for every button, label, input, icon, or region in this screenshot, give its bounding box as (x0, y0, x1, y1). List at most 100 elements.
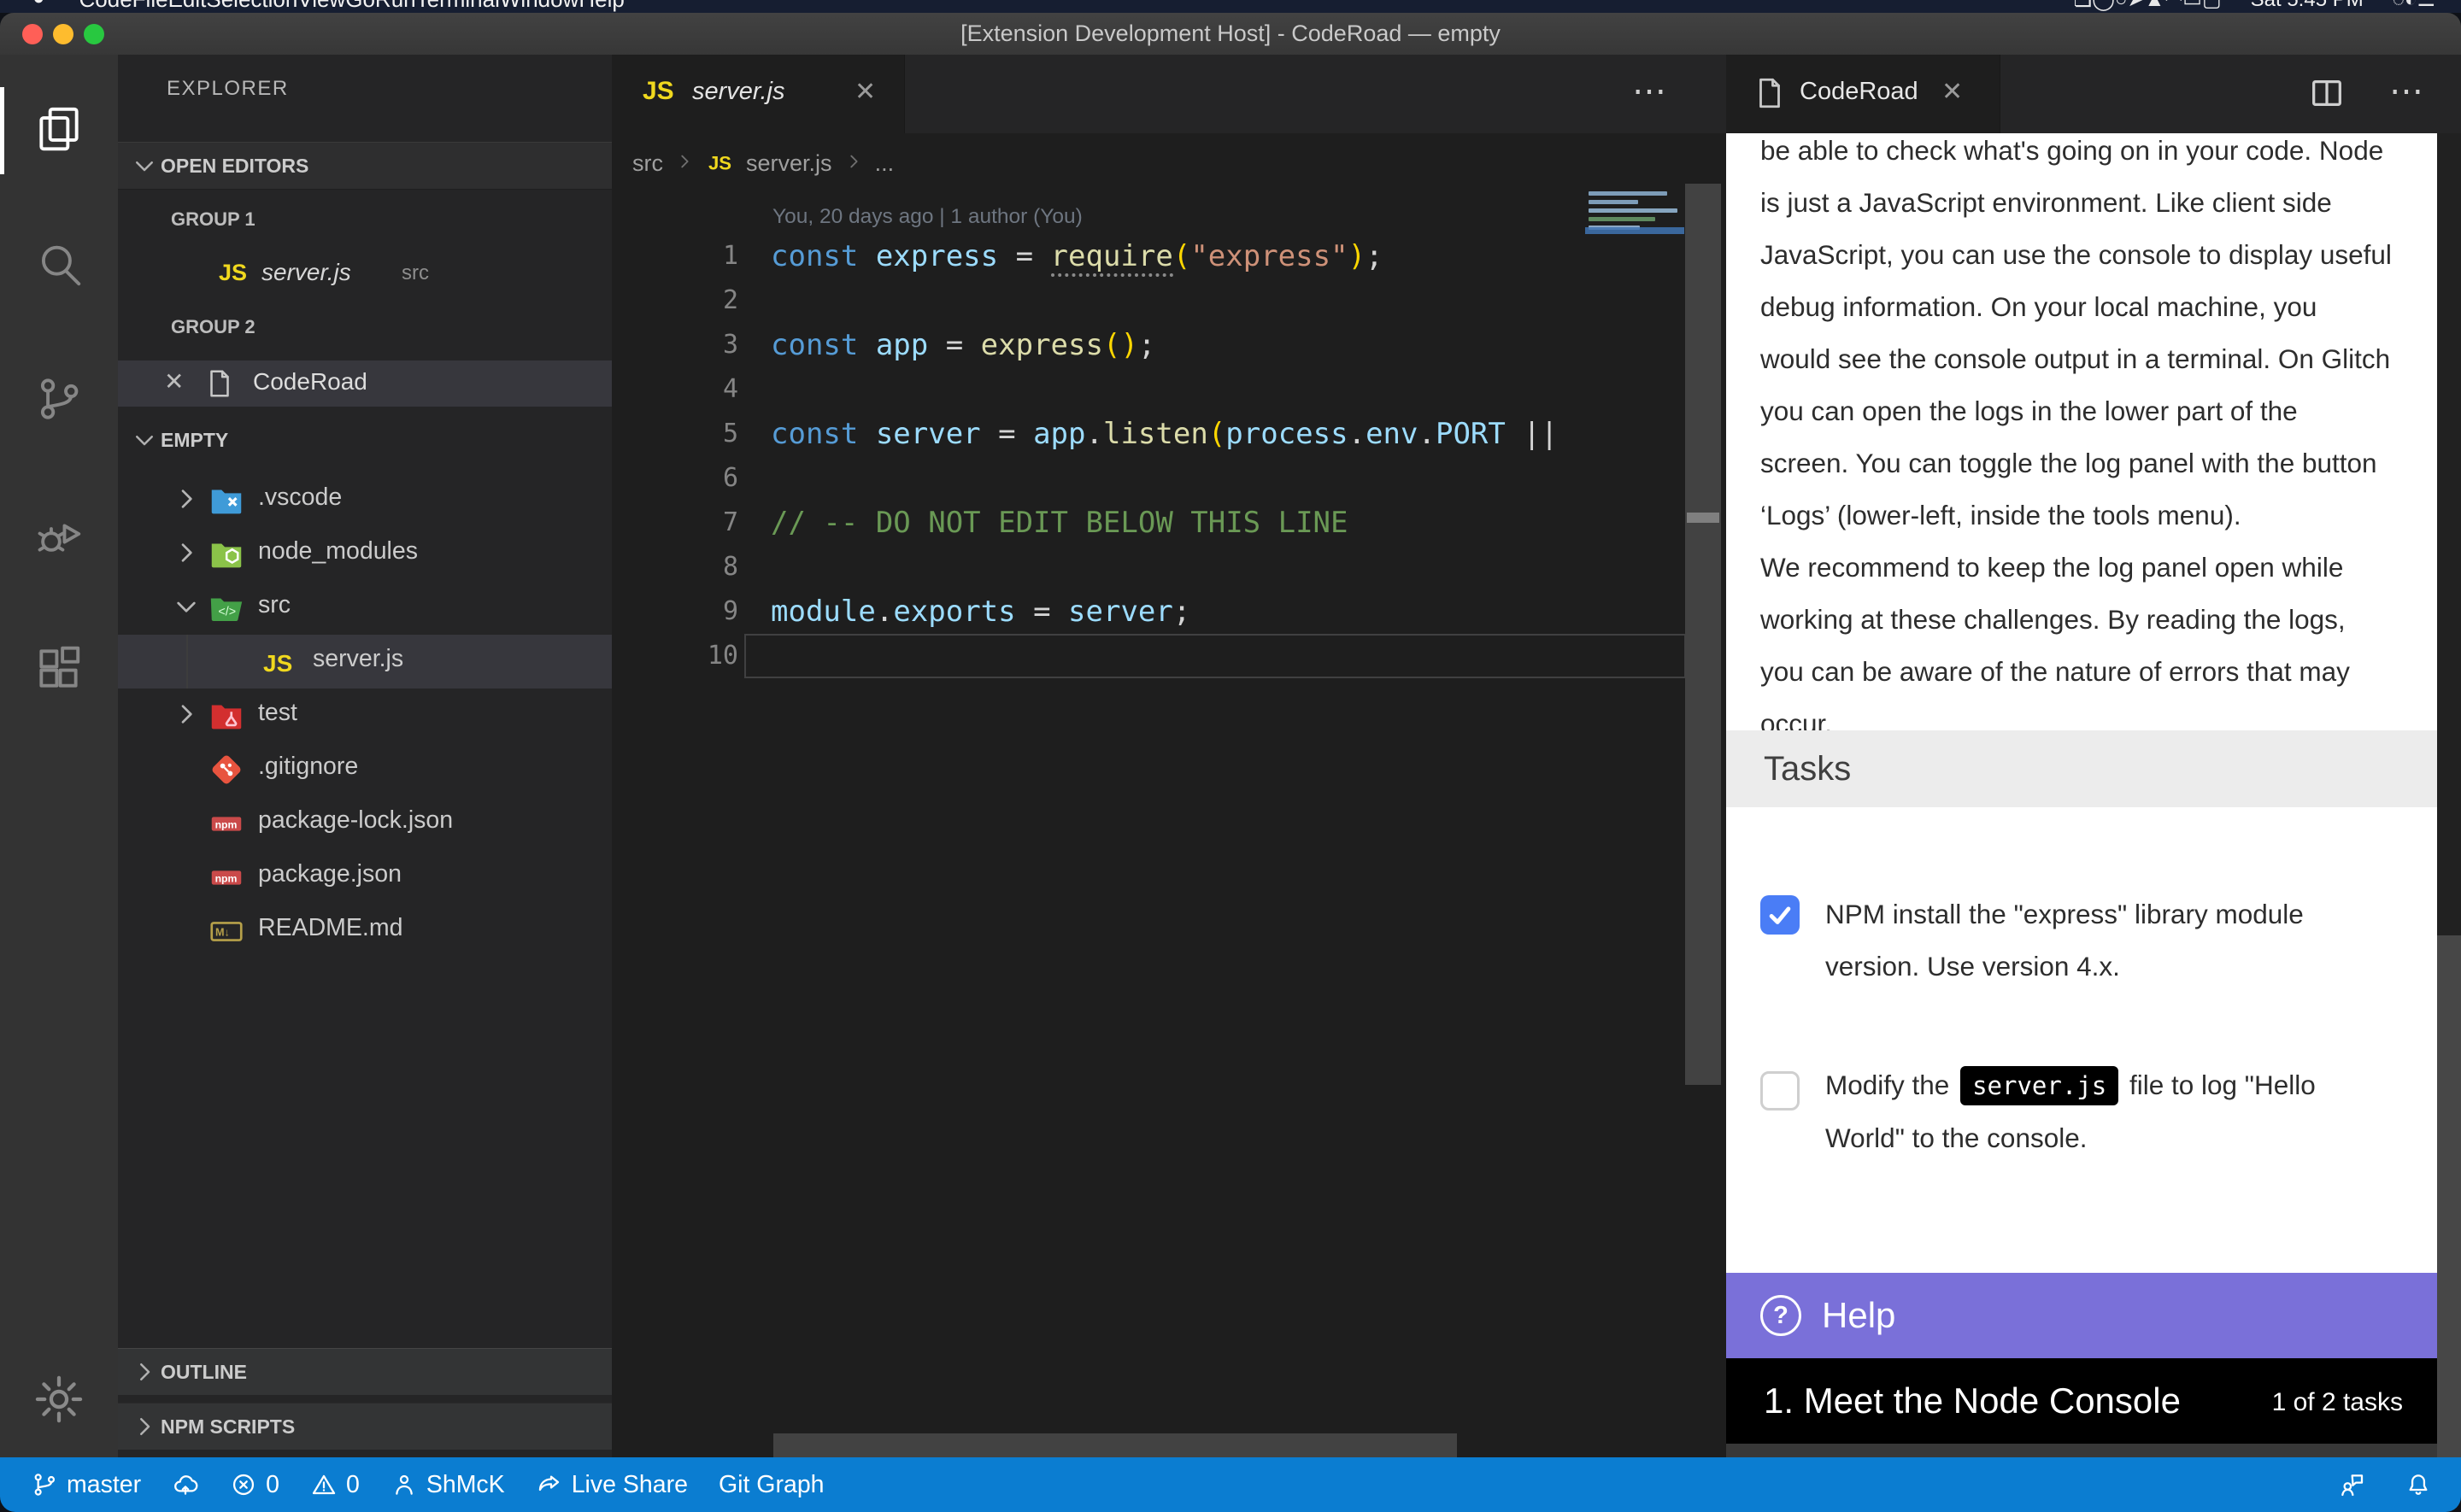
menu-item[interactable]: Window (500, 0, 579, 12)
code-line: 9 module.exports = server; (612, 589, 1585, 634)
minimap-current-line (1585, 227, 1684, 234)
help-circle-icon: ? (1760, 1295, 1801, 1336)
breadcrumb-item[interactable]: ... (875, 150, 895, 177)
menu-item[interactable]: Code (79, 0, 132, 12)
menu-item[interactable]: File (132, 0, 168, 12)
open-editors-header[interactable]: OPEN EDITORS (118, 142, 612, 190)
status-bar-item[interactable] (2338, 1471, 2365, 1498)
code-editor[interactable]: 1 const express = require("express"); 2 … (612, 234, 1585, 678)
task-checkbox[interactable] (1760, 1071, 1800, 1111)
menu-status-icon[interactable]: ◯ (2092, 0, 2115, 11)
status-bar-item[interactable]: Live Share (536, 1471, 688, 1499)
menu-status-icon[interactable]: ◐ (2405, 0, 2417, 11)
chevron-icon (173, 593, 203, 624)
breadcrumb-item[interactable]: src (632, 150, 663, 177)
activity-icon (32, 237, 85, 295)
menu-item[interactable]: Run (375, 0, 416, 12)
help-section[interactable]: ? Help (1726, 1273, 2437, 1358)
code-line: 1 const express = require("express"); (612, 234, 1585, 278)
status-bar-item[interactable]: 0 (230, 1471, 279, 1499)
status-icon (230, 1471, 257, 1498)
line-number: 6 (612, 456, 771, 501)
status-bar-item[interactable] (172, 1471, 199, 1498)
menu-status-icon[interactable]: ❏ (2074, 0, 2093, 11)
tab-serverjs[interactable]: JS server.js ✕ (612, 55, 905, 133)
breadcrumb-item[interactable]: server.js (746, 150, 832, 177)
menu-status-icon[interactable]: ➤ (2127, 0, 2144, 11)
activity-bar-item[interactable] (0, 63, 118, 198)
open-editor-coderoad[interactable]: ✕ CodeRoad (118, 360, 612, 407)
more-actions-icon[interactable]: ⋯ (2389, 72, 2427, 111)
file-tree-row[interactable]: .vscode (118, 473, 612, 527)
npm-scripts-section-header[interactable]: NPM SCRIPTS (118, 1403, 612, 1450)
status-bar: master 0 0 ShMc (0, 1457, 2461, 1512)
settings-gear-icon[interactable] (0, 1367, 118, 1435)
webview-scrollbar-thumb[interactable] (2437, 935, 2461, 1457)
code-token: ( (1173, 239, 1190, 273)
file-tree-row[interactable]: test (118, 689, 612, 742)
file-tree-row[interactable]: M↓ README.md (118, 904, 612, 958)
code-token: // -- DO NOT EDIT BELOW THIS LINE (771, 506, 1348, 540)
close-icon[interactable]: ✕ (164, 367, 184, 396)
menu-item[interactable]: View (297, 0, 345, 12)
menu-item[interactable]: Help (579, 0, 624, 12)
code-line: 6 (612, 456, 1585, 501)
open-editor-serverjs[interactable]: JS server.js src (118, 251, 612, 297)
editor-scrollbar-track[interactable] (1685, 184, 1721, 1085)
horizontal-scrollbar-thumb[interactable] (773, 1433, 1457, 1457)
file-type-icon (207, 750, 246, 789)
menu-item[interactable]: Selection (206, 0, 297, 12)
activity-bar-item[interactable] (0, 333, 118, 468)
menu-status-icon[interactable]: ◌ (2393, 0, 2405, 11)
task-text-line: Modify the server.js file to log "Hello (1825, 1059, 2429, 1112)
status-bar-item[interactable]: 0 (310, 1471, 360, 1499)
split-editor-icon[interactable] (2307, 73, 2346, 117)
file-tree-row[interactable]: JS server.js (118, 635, 612, 689)
menu-status-icon[interactable]: ◠ (2164, 0, 2182, 11)
file-name: .vscode (258, 483, 342, 512)
js-file-icon: JS (708, 152, 731, 173)
task-checkbox[interactable] (1760, 895, 1800, 935)
code-token: ; (1366, 239, 1383, 273)
apple-menu-icon[interactable]: ● (32, 0, 45, 13)
status-bar-item[interactable]: master (31, 1471, 141, 1499)
menu-status-icon[interactable]: ○ (2115, 0, 2128, 11)
minimap[interactable] (1585, 190, 1684, 292)
file-tree-row[interactable]: .gitignore (118, 742, 612, 796)
activity-bar-item[interactable] (0, 468, 118, 603)
sidebar-title: EXPLORER (167, 77, 289, 101)
menu-item[interactable]: Edit (168, 0, 207, 12)
chevron-right-icon (132, 1359, 161, 1385)
close-icon[interactable]: ✕ (855, 77, 876, 107)
window-title: [Extension Development Host] - CodeRoad … (0, 13, 2461, 55)
file-tree-row[interactable]: npm package.json (118, 850, 612, 904)
editor-scrollbar-thumb[interactable] (1687, 513, 1719, 523)
file-tree-row[interactable]: npm package-lock.json (118, 796, 612, 850)
menu-item[interactable]: Terminal (416, 0, 500, 12)
status-bar-item[interactable]: ShMcK (391, 1471, 505, 1499)
git-blame-annotation[interactable]: You, 20 days ago | 1 author (You) (772, 205, 1083, 229)
coderoad-webview: be able to check what's going on in your… (1726, 133, 2437, 1444)
tab-coderoad[interactable]: CodeRoad ✕ (1726, 55, 2000, 133)
status-bar-item[interactable]: Git Graph (719, 1471, 825, 1499)
status-bar-item[interactable] (2405, 1471, 2432, 1498)
file-tree-row[interactable]: node_modules (118, 527, 612, 581)
folder-section-header[interactable]: EMPTY (118, 417, 612, 463)
activity-bar-item[interactable] (0, 603, 118, 738)
outline-section-header[interactable]: OUTLINE (118, 1348, 612, 1395)
activity-bar-item[interactable] (0, 198, 118, 333)
file-name: test (258, 699, 297, 727)
code-token: app (1033, 417, 1085, 451)
menu-status-icon[interactable]: ▭ (2182, 0, 2202, 11)
menu-status-icon[interactable]: ▢ (2202, 0, 2222, 11)
more-actions-icon[interactable]: ⋯ (1632, 72, 1670, 111)
menu-item[interactable]: Go (345, 0, 375, 12)
lesson-text-line: ‘Logs’ (lower-left, inside the tools men… (1760, 489, 2432, 542)
menu-status-icon[interactable]: ☰ (2417, 0, 2435, 11)
menu-status-icon[interactable]: ▲ (2145, 0, 2165, 11)
task-text-line: World" to the console. (1825, 1112, 2429, 1164)
webview-scrollbar-track[interactable] (2437, 133, 2461, 935)
close-icon[interactable]: ✕ (1941, 77, 1963, 107)
file-tree-row[interactable]: </> src (118, 581, 612, 635)
lesson-text-line: is just a JavaScript environment. Like c… (1760, 177, 2432, 229)
